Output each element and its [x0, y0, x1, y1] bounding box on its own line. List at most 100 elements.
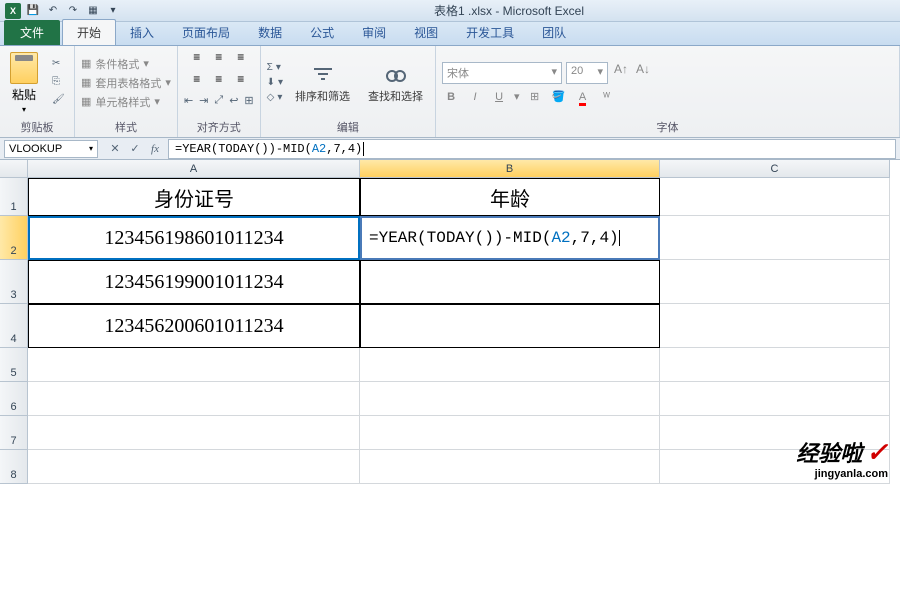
- tab-review[interactable]: 审阅: [348, 20, 400, 45]
- cell-b7[interactable]: [360, 416, 660, 450]
- cell-c5[interactable]: [660, 348, 890, 382]
- ribbon-tabs: 文件 开始 插入 页面布局 数据 公式 审阅 视图 开发工具 团队: [0, 22, 900, 46]
- align-top-center-icon[interactable]: ≡: [210, 48, 228, 66]
- cell-a2[interactable]: 123456198601011234: [28, 216, 360, 260]
- align-center-icon[interactable]: ≡: [210, 70, 228, 88]
- row-header-6[interactable]: 6: [0, 382, 28, 416]
- cell-style-button[interactable]: ▦ 单元格样式 ▾: [81, 94, 171, 110]
- font-color-icon[interactable]: A: [574, 91, 592, 103]
- tab-developer[interactable]: 开发工具: [452, 20, 528, 45]
- tab-layout[interactable]: 页面布局: [168, 20, 244, 45]
- increase-font-icon[interactable]: A↑: [612, 62, 630, 84]
- increase-indent-icon[interactable]: ⇥: [199, 94, 208, 107]
- find-select-button[interactable]: 查找和选择: [362, 60, 429, 106]
- copy-icon[interactable]: ⎘: [52, 76, 68, 90]
- row-header-7[interactable]: 7: [0, 416, 28, 450]
- row-header-1[interactable]: 1: [0, 178, 28, 216]
- conditional-format-icon: ▦: [81, 57, 91, 70]
- cell-b6[interactable]: [360, 382, 660, 416]
- chevron-down-icon: ▾: [154, 95, 160, 108]
- qat-dropdown-icon[interactable]: ▾: [104, 2, 122, 20]
- tab-data[interactable]: 数据: [244, 20, 296, 45]
- fill-color-icon[interactable]: 🪣: [550, 90, 568, 103]
- tab-home[interactable]: 开始: [62, 19, 116, 45]
- format-painter-icon[interactable]: 🖌: [52, 94, 68, 108]
- tab-team[interactable]: 团队: [528, 20, 580, 45]
- enter-formula-icon[interactable]: ✓: [126, 141, 144, 157]
- name-box[interactable]: VLOOKUP ▾: [4, 140, 98, 158]
- border-icon[interactable]: ⊞: [526, 90, 544, 103]
- row-header-2[interactable]: 2: [0, 216, 28, 260]
- cell-c2[interactable]: [660, 216, 890, 260]
- app-icon[interactable]: X: [4, 2, 22, 20]
- cell-a6[interactable]: [28, 382, 360, 416]
- tab-insert[interactable]: 插入: [116, 20, 168, 45]
- autosum-button[interactable]: Σ▾: [267, 62, 283, 73]
- underline-button[interactable]: U: [490, 91, 508, 103]
- cell-a1[interactable]: 身份证号: [28, 178, 360, 216]
- cell-c3[interactable]: [660, 260, 890, 304]
- column-header-a[interactable]: A: [28, 160, 360, 178]
- column-header-c[interactable]: C: [660, 160, 890, 178]
- decrease-indent-icon[interactable]: ⇤: [184, 94, 193, 107]
- cell-a5[interactable]: [28, 348, 360, 382]
- undo-icon[interactable]: ↶: [44, 2, 62, 20]
- redo-icon[interactable]: ↷: [64, 2, 82, 20]
- sort-filter-label: 排序和筛选: [295, 88, 350, 104]
- cell-b1[interactable]: 年龄: [360, 178, 660, 216]
- row-header-3[interactable]: 3: [0, 260, 28, 304]
- cell-b5[interactable]: [360, 348, 660, 382]
- cell-a8[interactable]: [28, 450, 360, 484]
- merge-icon[interactable]: ⊞: [244, 94, 253, 107]
- table-format-label: 套用表格格式: [95, 75, 161, 91]
- font-name-select[interactable]: 宋体 ▾: [442, 62, 562, 84]
- select-all-corner[interactable]: [0, 160, 28, 178]
- cell-c1[interactable]: [660, 178, 890, 216]
- fill-button[interactable]: ⬇▾: [267, 77, 283, 88]
- align-top-right-icon[interactable]: ≡: [232, 48, 250, 66]
- phonetic-icon[interactable]: ᵂ: [598, 91, 616, 103]
- paste-label: 粘贴: [12, 86, 36, 103]
- cell-b8[interactable]: [360, 450, 660, 484]
- group-font: 宋体 ▾ 20 ▾ A↑ A↓ B I U ▾ ⊞ 🪣: [436, 46, 900, 137]
- align-right-icon[interactable]: ≡: [232, 70, 250, 88]
- cut-icon[interactable]: ✂: [52, 58, 68, 72]
- cell-b2[interactable]: =YEAR(TODAY())-MID(A2,7,4): [360, 216, 660, 260]
- sort-filter-button[interactable]: 排序和筛选: [289, 60, 356, 106]
- fx-icon[interactable]: fx: [146, 141, 164, 157]
- watermark-text: 经验啦: [796, 441, 862, 466]
- new-icon[interactable]: ▦: [84, 2, 102, 20]
- clear-button[interactable]: ◇▾: [267, 92, 283, 103]
- cell-b3[interactable]: [360, 260, 660, 304]
- cell-c6[interactable]: [660, 382, 890, 416]
- bold-button[interactable]: B: [442, 91, 460, 103]
- italic-button[interactable]: I: [466, 91, 484, 103]
- conditional-format-button[interactable]: ▦ 条件格式 ▾: [81, 56, 171, 72]
- paste-button[interactable]: 粘贴 ▾: [6, 50, 42, 116]
- column-header-b[interactable]: B: [360, 160, 660, 178]
- tab-file[interactable]: 文件: [4, 20, 60, 45]
- cell-c4[interactable]: [660, 304, 890, 348]
- row-header-8[interactable]: 8: [0, 450, 28, 484]
- tab-formulas[interactable]: 公式: [296, 20, 348, 45]
- cell-a3[interactable]: 123456199001011234: [28, 260, 360, 304]
- eraser-icon: ◇: [267, 92, 275, 103]
- decrease-font-icon[interactable]: A↓: [634, 62, 652, 84]
- save-icon[interactable]: 💾: [24, 2, 42, 20]
- cell-a7[interactable]: [28, 416, 360, 450]
- align-top-left-icon[interactable]: ≡: [188, 48, 206, 66]
- row-header-4[interactable]: 4: [0, 304, 28, 348]
- font-size-select[interactable]: 20 ▾: [566, 62, 608, 84]
- formula-input[interactable]: =YEAR(TODAY())-MID(A2,7,4): [168, 139, 896, 159]
- cell-a4[interactable]: 123456200601011234: [28, 304, 360, 348]
- tab-view[interactable]: 视图: [400, 20, 452, 45]
- watermark-url: jingyanla.com: [796, 468, 888, 480]
- row-header-5[interactable]: 5: [0, 348, 28, 382]
- name-box-value: VLOOKUP: [9, 143, 62, 155]
- cell-b4[interactable]: [360, 304, 660, 348]
- cancel-formula-icon[interactable]: ✕: [106, 141, 124, 157]
- align-left-icon[interactable]: ≡: [188, 70, 206, 88]
- orientation-icon[interactable]: ⤢: [214, 94, 223, 107]
- wrap-text-icon[interactable]: ↩: [229, 94, 238, 107]
- table-format-button[interactable]: ▦ 套用表格格式 ▾: [81, 75, 171, 91]
